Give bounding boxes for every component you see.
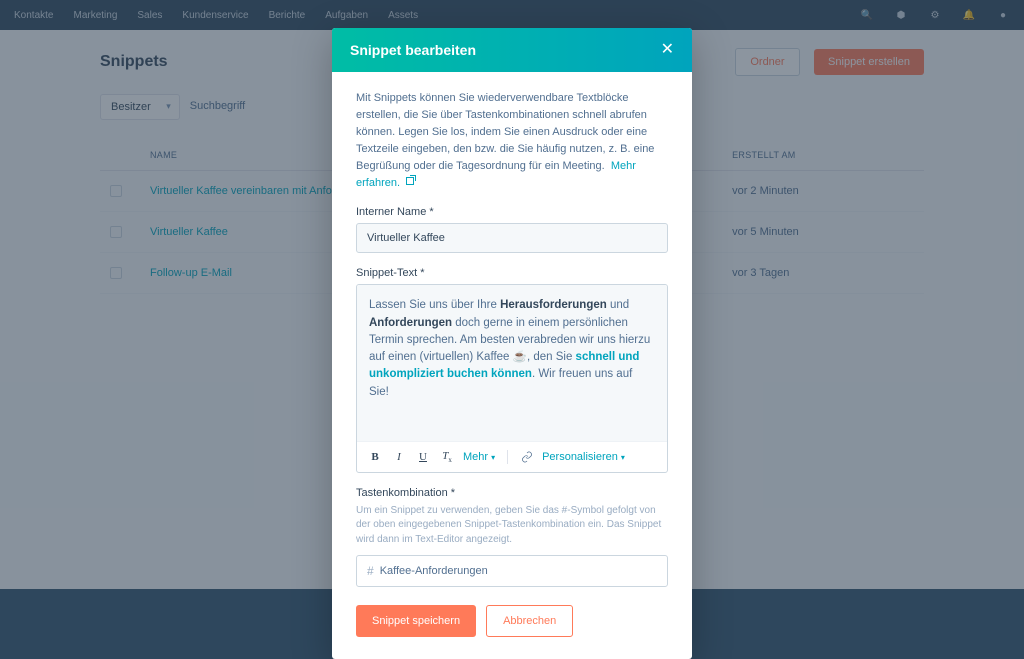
close-icon[interactable]: ✕ xyxy=(661,42,674,58)
cancel-button[interactable]: Abbrechen xyxy=(486,605,573,637)
snippet-editor-content[interactable]: Lassen Sie uns über Ihre Herausforderung… xyxy=(357,285,667,441)
snippet-text-label: Snippet-Text * xyxy=(356,267,668,279)
link-icon[interactable] xyxy=(520,450,534,464)
modal-header: Snippet bearbeiten ✕ xyxy=(332,28,692,72)
save-button[interactable]: Snippet speichern xyxy=(356,605,476,637)
internal-name-input[interactable] xyxy=(356,223,668,253)
bold-button[interactable]: B xyxy=(367,451,383,463)
internal-name-label: Interner Name * xyxy=(356,206,668,218)
shortcut-label: Tastenkombination * xyxy=(356,487,668,499)
snippet-editor: Lassen Sie uns über Ihre Herausforderung… xyxy=(356,284,668,473)
modal-overlay: Snippet bearbeiten ✕ Mit Snippets können… xyxy=(0,0,1024,589)
shortcut-hint: Um ein Snippet zu verwenden, geben Sie d… xyxy=(356,504,668,548)
shortcut-input[interactable] xyxy=(380,557,667,585)
underline-button[interactable]: U xyxy=(415,451,431,463)
modal-title: Snippet bearbeiten xyxy=(350,42,476,58)
editor-toolbar: B I U Tx Mehr▾ Personalisieren▾ xyxy=(357,441,667,472)
edit-snippet-modal: Snippet bearbeiten ✕ Mit Snippets können… xyxy=(332,28,692,659)
personalize-button[interactable]: Personalisieren▾ xyxy=(542,451,625,463)
hash-prefix: # xyxy=(357,556,380,586)
clear-format-button[interactable]: Tx xyxy=(439,450,455,464)
toolbar-separator xyxy=(507,450,508,464)
modal-help-text: Mit Snippets können Sie wiederverwendbar… xyxy=(356,90,668,192)
external-link-icon xyxy=(406,177,414,185)
shortcut-input-wrapper: # xyxy=(356,555,668,587)
italic-button[interactable]: I xyxy=(391,451,407,463)
more-formatting-button[interactable]: Mehr▾ xyxy=(463,451,495,463)
